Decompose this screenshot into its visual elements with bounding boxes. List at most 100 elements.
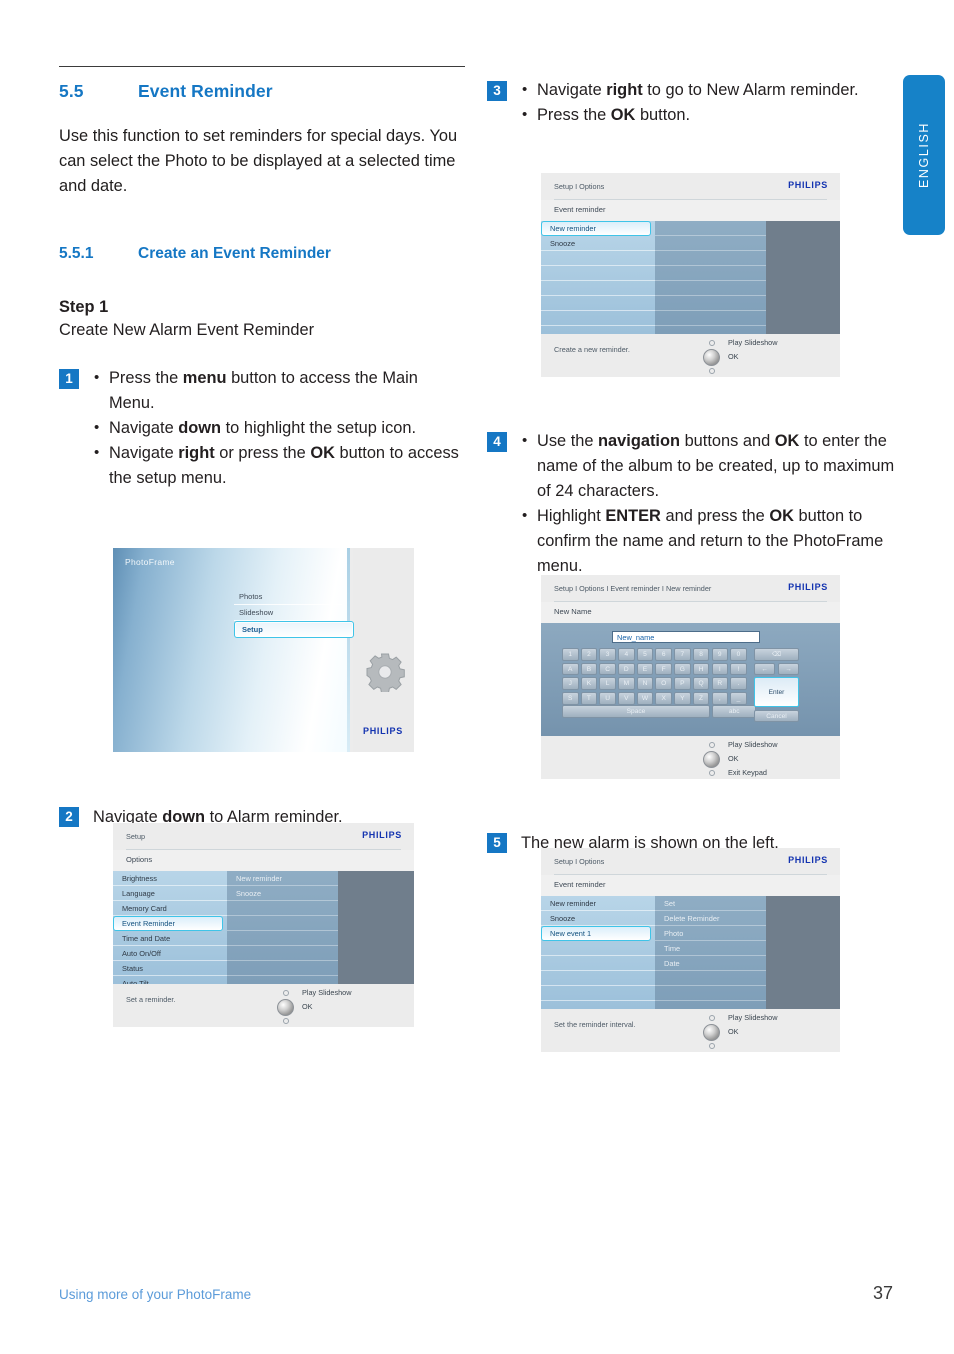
key-abc[interactable]: abc bbox=[712, 705, 757, 718]
menu-item-slideshow[interactable]: Slideshow bbox=[234, 605, 342, 621]
key-arrow-right[interactable]: → bbox=[778, 662, 799, 676]
key-arrow-left[interactable]: ← bbox=[754, 662, 775, 676]
list-row[interactable]: Delete Reminder bbox=[655, 911, 766, 926]
step-3-body: Navigate right to go to New Alarm remind… bbox=[521, 77, 859, 128]
key-F[interactable]: F bbox=[655, 662, 672, 676]
list-row-empty bbox=[541, 251, 655, 266]
philips-logo: PHILIPS bbox=[788, 582, 828, 592]
key-A[interactable]: A bbox=[562, 662, 579, 676]
key-P[interactable]: P bbox=[674, 677, 691, 690]
list-row[interactable]: New reminder bbox=[227, 871, 338, 886]
nav-down-dot bbox=[709, 1043, 715, 1049]
list-row[interactable]: Time and Date bbox=[113, 931, 227, 946]
key-V[interactable]: V bbox=[618, 692, 635, 705]
menu-background bbox=[113, 548, 350, 752]
page-footer: Using more of your PhotoFrame 37 bbox=[59, 1283, 893, 1304]
screenshot-header: Setup I Options I Event reminder I New r… bbox=[541, 575, 840, 602]
key-N[interactable]: N bbox=[636, 677, 654, 690]
key-L[interactable]: L bbox=[599, 677, 616, 690]
key-G[interactable]: G bbox=[674, 662, 691, 676]
screenshot-header: Setup I Options PHILIPS bbox=[541, 173, 840, 200]
key-4[interactable]: 4 bbox=[618, 648, 635, 661]
list-row[interactable]: Brightness bbox=[113, 871, 227, 886]
key-R[interactable]: R bbox=[711, 677, 728, 690]
list-row[interactable]: Snooze bbox=[227, 886, 338, 901]
keyboard-bottom-row[interactable]: Space abc bbox=[562, 705, 758, 720]
list-row[interactable]: Event Reminder bbox=[113, 916, 223, 931]
screenshot-footer: Set the reminder interval. Play Slidesho… bbox=[541, 1009, 840, 1052]
breadcrumb: Setup I Options bbox=[554, 182, 605, 191]
list-row-empty bbox=[655, 221, 766, 236]
nav-up-dot bbox=[709, 742, 715, 748]
list-row[interactable]: Memory Card bbox=[113, 901, 227, 916]
ok-knob bbox=[703, 349, 720, 366]
key-6[interactable]: 6 bbox=[655, 648, 672, 661]
list-row[interactable]: Auto On/Off bbox=[113, 946, 227, 961]
list-primary[interactable]: Brightness Language Memory Card Event Remin… bbox=[113, 871, 227, 991]
key-D[interactable]: D bbox=[618, 662, 635, 676]
column-secondary bbox=[655, 221, 766, 356]
key-3[interactable]: 3 bbox=[599, 648, 616, 661]
key-backspace[interactable]: ⌫ bbox=[754, 648, 799, 661]
menu-side-panel bbox=[353, 548, 414, 752]
key-Y[interactable]: Y bbox=[674, 692, 691, 705]
list-row[interactable]: New reminder bbox=[541, 896, 655, 911]
key-7[interactable]: 7 bbox=[674, 648, 691, 661]
key-M[interactable]: M bbox=[618, 677, 635, 690]
key-space[interactable]: Space bbox=[562, 705, 710, 718]
list-row[interactable]: Snooze bbox=[541, 236, 655, 251]
key-5[interactable]: 5 bbox=[636, 648, 654, 661]
screenshot-subtitle: Event reminder bbox=[541, 875, 840, 896]
key-W[interactable]: W bbox=[636, 692, 654, 705]
nav-label-play: Play Slideshow bbox=[302, 988, 352, 997]
key-J[interactable]: J bbox=[562, 677, 579, 690]
list-row[interactable]: Time bbox=[655, 941, 766, 956]
list-row[interactable]: New event 1 bbox=[541, 926, 651, 941]
nav-up-dot bbox=[709, 340, 715, 346]
key-O[interactable]: O bbox=[655, 677, 672, 690]
key-2[interactable]: 2 bbox=[580, 648, 598, 661]
new-name-input[interactable]: New_name bbox=[612, 631, 760, 643]
list-row[interactable]: Set bbox=[655, 896, 766, 911]
key-B[interactable]: B bbox=[580, 662, 598, 676]
step-1-number: 1 bbox=[59, 369, 79, 389]
list-row-empty bbox=[227, 916, 338, 931]
key-X[interactable]: X bbox=[655, 692, 672, 705]
key-9[interactable]: 9 bbox=[711, 648, 728, 661]
list-row-empty bbox=[227, 961, 338, 976]
keyboard-side-keys[interactable]: ⌫ ← → Enter Cancel bbox=[754, 648, 810, 723]
key-1[interactable]: 1 bbox=[562, 648, 579, 661]
key-enter[interactable]: Enter bbox=[754, 677, 799, 708]
key-S[interactable]: S bbox=[562, 692, 579, 705]
key-I[interactable]: I bbox=[711, 662, 728, 676]
key-.[interactable]: . bbox=[730, 677, 747, 690]
list-row[interactable]: Date bbox=[655, 956, 766, 971]
key-arrows[interactable]: ← → bbox=[754, 662, 810, 676]
list-row[interactable]: Photo bbox=[655, 926, 766, 941]
key-cancel[interactable]: Cancel bbox=[754, 709, 799, 723]
key-![interactable]: ! bbox=[730, 662, 747, 676]
key-0[interactable]: 0 bbox=[730, 648, 747, 661]
keyboard-keys[interactable]: 1 2 3 4 5 6 7 8 9 0 A B C D E F G H I! J K L M N O P Q R. S T U V W X Y Z, _ bbox=[562, 648, 749, 707]
nav-down-dot bbox=[709, 368, 715, 374]
menu-item-setup[interactable]: Setup bbox=[234, 621, 354, 638]
key-C[interactable]: C bbox=[599, 662, 616, 676]
key-Q[interactable]: Q bbox=[692, 677, 710, 690]
list-row[interactable]: Status bbox=[113, 961, 227, 976]
list-row[interactable]: New reminder bbox=[541, 221, 651, 236]
key-_[interactable]: _ bbox=[730, 692, 747, 705]
column-preview bbox=[766, 896, 840, 1009]
key-,[interactable]: , bbox=[711, 692, 728, 705]
key-Z[interactable]: Z bbox=[692, 692, 710, 705]
list-row[interactable]: Language bbox=[113, 886, 227, 901]
key-T[interactable]: T bbox=[580, 692, 598, 705]
key-8[interactable]: 8 bbox=[692, 648, 710, 661]
list-row[interactable]: Snooze bbox=[541, 911, 655, 926]
key-K[interactable]: K bbox=[580, 677, 598, 690]
key-U[interactable]: U bbox=[599, 692, 616, 705]
key-H[interactable]: H bbox=[692, 662, 710, 676]
keyboard-row: A B C D E F G H I! bbox=[562, 662, 749, 676]
menu-item-photos[interactable]: Photos bbox=[234, 589, 342, 605]
screenshot-footer: Create a new reminder. Play Slideshow OK bbox=[541, 334, 840, 377]
key-E[interactable]: E bbox=[636, 662, 654, 676]
